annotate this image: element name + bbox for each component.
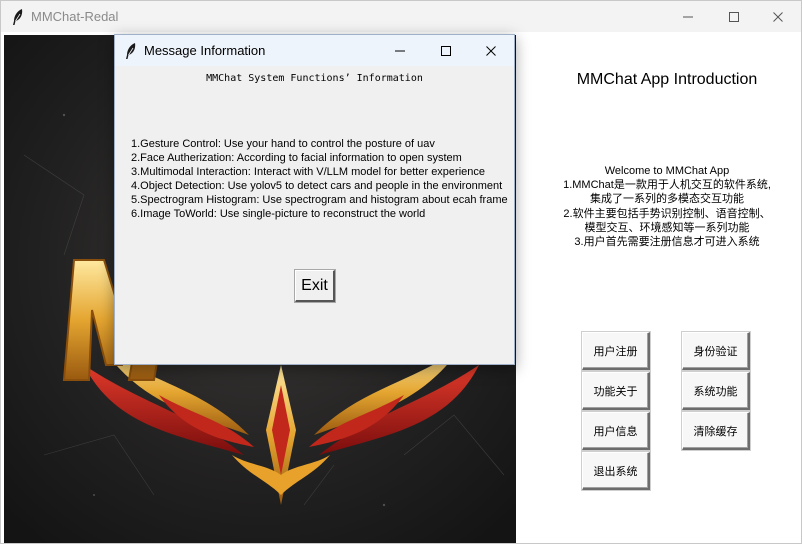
intro-line: 模型交互、环境感知等一系列功能 [584, 221, 750, 234]
function-item: 1.Gesture Control: Use your hand to cont… [131, 138, 435, 150]
dialog-title: Message Information [144, 43, 266, 58]
message-dialog: Message Information MMChat System Functi… [114, 34, 515, 365]
intro-text: Welcome to MMChat App 1.MMChat是一款用于人机交互的… [516, 164, 802, 249]
maximize-icon [441, 45, 451, 56]
close-button[interactable] [755, 1, 801, 32]
function-item: 3.Multimodal Interaction: Interact with … [131, 166, 486, 179]
dialog-close-button[interactable] [468, 35, 514, 66]
app-title: MMChat App Introduction [576, 71, 758, 88]
function-item: 5.Spectrogram Histogram: Use spectrogram… [131, 194, 508, 207]
minimize-icon [683, 16, 693, 17]
verify-button[interactable]: 身份验证 [682, 332, 750, 370]
function-list: 1.Gesture Control: Use your hand to cont… [131, 137, 508, 222]
feather-icon [126, 43, 136, 59]
function-item: 4.Object Detection: Use yolov5 to detect… [131, 180, 503, 193]
user-info-button[interactable]: 用户信息 [582, 412, 650, 450]
right-panel [516, 32, 801, 543]
main-window-title: MMChat-Redal [31, 9, 119, 24]
main-titlebar[interactable]: MMChat-Redal [1, 1, 801, 32]
minimize-icon [395, 50, 405, 51]
about-button[interactable]: 功能关于 [582, 372, 650, 410]
function-item: 6.Image ToWorld: Use single-picture to r… [131, 208, 426, 221]
exit-system-button[interactable]: 退出系统 [582, 452, 650, 490]
dialog-titlebar[interactable]: Message Information [115, 35, 514, 66]
dialog-heading: MMChat System Functions’ Information [206, 73, 423, 84]
close-icon [486, 45, 496, 56]
dialog-minimize-button[interactable] [377, 35, 423, 66]
minimize-button[interactable] [665, 1, 711, 32]
intro-line: 1.MMChat是一款用于人机交互的软件系统, [563, 179, 771, 192]
intro-line: 集成了一系列的多模态交互功能 [590, 193, 744, 206]
clear-cache-button[interactable]: 清除缓存 [682, 412, 750, 450]
feather-icon [13, 9, 23, 25]
dialog-maximize-button[interactable] [423, 35, 469, 66]
intro-line: Welcome to MMChat App [604, 165, 730, 177]
function-item: 2.Face Autherization: According to facia… [131, 152, 462, 165]
close-icon [773, 11, 783, 22]
intro-line: 3.用户首先需要注册信息才可进入系统 [574, 236, 760, 249]
system-functions-button[interactable]: 系统功能 [682, 372, 750, 410]
register-button[interactable]: 用户注册 [582, 332, 650, 370]
maximize-icon [729, 11, 739, 22]
exit-button[interactable]: Exit [295, 270, 335, 302]
intro-line: 2.软件主要包括手势识别控制、语音控制、 [563, 207, 771, 220]
maximize-button[interactable] [711, 1, 757, 32]
